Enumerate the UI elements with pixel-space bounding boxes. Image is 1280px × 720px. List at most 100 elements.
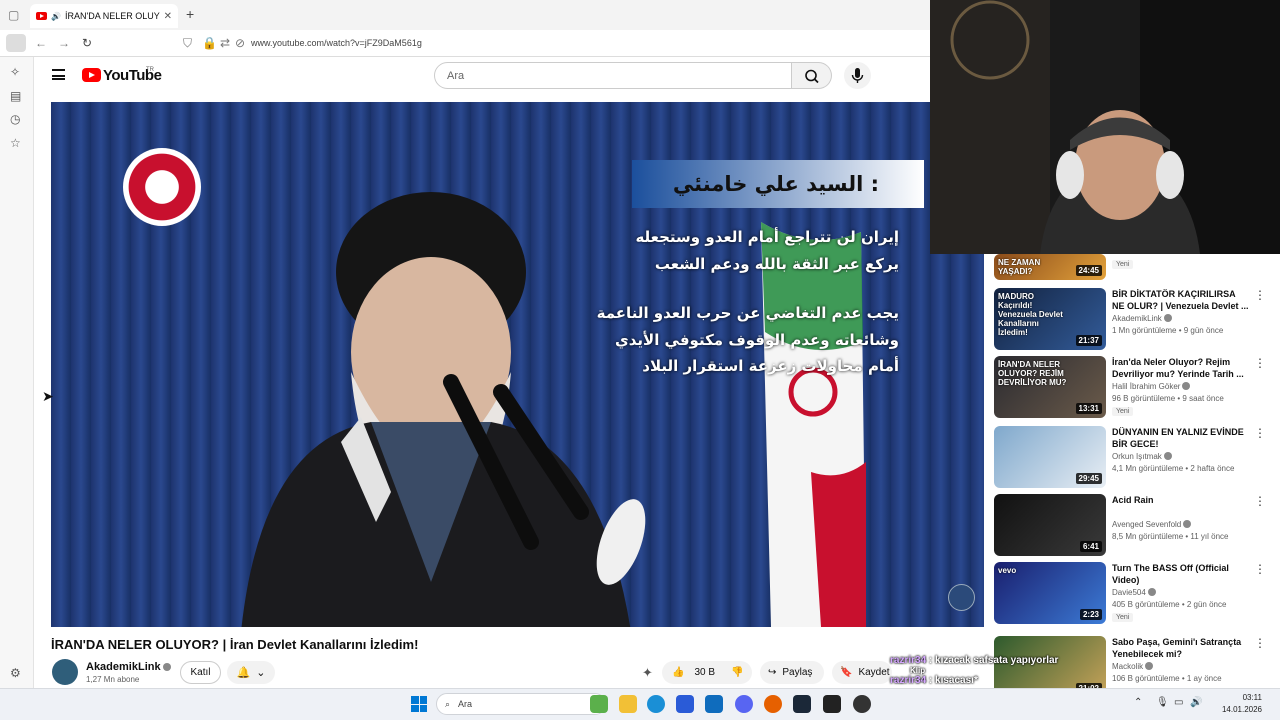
save-label: Kaydet [858,667,890,678]
search-input[interactable]: Ara [434,62,792,89]
browser-tab[interactable]: 🔊 İRAN'DA NELER OLUYOR? | İ ✕ [30,4,178,28]
file-explorer-icon[interactable] [619,695,637,713]
recommendation-channel[interactable]: Avenged Sevenfold [1112,520,1192,529]
app-icon-1[interactable] [590,695,608,713]
epic-games-icon[interactable] [823,695,841,713]
clock-time[interactable]: 03:11 [1224,693,1262,702]
save-button[interactable]: 🔖 Kaydet [832,661,892,684]
speaker-icon[interactable]: 🔊 [51,12,61,21]
video-thumbnail[interactable]: MADURO Kaçırıldı! Venezuela Devlet Kanal… [994,288,1106,350]
discord-icon[interactable] [735,695,753,713]
recommendation-item[interactable]: İRAN'DA NELER OLUYOR? REJİM DEVRİLİYOR M… [994,356,1280,418]
recommendation-item[interactable]: vevo 2:23 Turn The BASS Off (Official Vide… [994,562,1280,624]
recommendation-channel[interactable]: Davie504 [1112,588,1156,597]
chevron-up-icon[interactable]: ⌃ [1134,697,1142,708]
recommendation-item[interactable]: 6:41 Acid Rain Avenged Sevenfold 8,5 Mn gör… [994,494,1280,556]
chat-text: : kızacak safsata yapıyorlar [928,655,1059,666]
chevron-down-icon: ⌄ [256,667,266,679]
video-thumbnail[interactable]: İRAN'DA NELER OLUYOR? REJİM DEVRİLİYOR M… [994,356,1106,418]
reading-list-icon[interactable]: ▤ [10,89,21,103]
store-icon[interactable] [676,695,694,713]
more-options-icon[interactable]: ⋮ [1254,288,1266,302]
search-placeholder: Ara [447,69,465,82]
edge-browser-icon[interactable] [647,695,665,713]
recommendation-item[interactable]: 29:45 DÜNYANIN EN YALNIZ EVİNDE BİR GECE!… [994,426,1280,488]
join-button[interactable]: Katıl [180,661,221,684]
recommendation-channel[interactable]: AkademikLink [1112,314,1172,323]
history-icon[interactable]: ◷ [10,112,20,126]
sidebar-toggle-button[interactable] [6,34,26,52]
outlook-icon[interactable] [705,695,723,713]
obs-icon[interactable] [853,695,871,713]
close-tab-icon[interactable]: ✕ [164,11,172,22]
channel-branding-icon[interactable] [948,584,975,611]
video-thumbnail[interactable]: vevo 2:23 [994,562,1106,624]
recommendation-item[interactable]: NE ZAMAN YAŞADI? 24:45 Yeni [994,254,1280,280]
recommendation-item[interactable]: MADURO Kaçırıldı! Venezuela Devlet Kanal… [994,288,1280,350]
speaker-image [241,192,646,627]
channel-name-text: AkademikLink [86,661,161,673]
forward-icon[interactable]: → [58,36,70,50]
tracking-off-icon[interactable]: ⊘ [235,36,245,50]
recommendation-title[interactable]: İran'da Neler Oluyor? Rejim Devriliyor m… [1112,356,1250,380]
video-thumbnail[interactable]: 29:45 [994,426,1106,488]
start-button[interactable] [411,696,427,712]
recommendation-title[interactable]: BİR DİKTATÖR KAÇIRILIRSA NE OLUR? | Vene… [1112,288,1250,312]
more-options-icon[interactable]: ⋮ [1254,426,1266,440]
bookmarks-icon[interactable]: ☆ [10,136,21,150]
taskbar-search-input[interactable]: ⌕ Ara [436,693,606,715]
clock-date[interactable]: 14.01.2026 [1206,705,1262,714]
more-options-icon[interactable]: ⋮ [1254,356,1266,370]
recommendation-title[interactable]: DÜNYANIN EN YALNIZ EVİNDE BİR GECE! [1112,426,1250,450]
recommendation-stats: 4,1 Mn görüntüleme • 2 hafta önce [1112,464,1235,473]
more-options-icon[interactable]: ⋮ [1254,636,1266,650]
permissions-icon[interactable]: ⇄ [220,36,230,50]
ai-sparkle-icon[interactable]: ✧ [10,65,20,79]
country-code: TR [146,67,154,73]
workspaces-icon[interactable]: ▢ [8,8,19,22]
url-field[interactable]: www.youtube.com/watch?v=jFZ9DaM561g [251,38,422,48]
recommendation-title[interactable]: Turn The BASS Off (Official Video) [1112,562,1250,586]
more-options-icon[interactable]: ⋮ [1254,494,1266,508]
taskbar-search-placeholder: Ara [458,699,473,709]
mic-tray-icon[interactable]: 🎙 [1156,697,1169,708]
search-button[interactable] [792,62,832,89]
channel-name-text: Davie504 [1112,588,1146,597]
recommendation-channel[interactable]: Halil İbrahim Göker [1112,382,1191,391]
channel-name[interactable]: AkademikLink [86,661,171,673]
more-options-icon[interactable]: ⋮ [1254,562,1266,576]
video-thumbnail[interactable]: NE ZAMAN YAŞADI? 24:45 [994,254,1106,280]
shield-icon[interactable]: ⛉ [183,36,192,51]
verified-icon [1163,314,1172,322]
menu-icon[interactable] [52,69,65,80]
network-icon[interactable]: ▭ [1174,697,1183,708]
new-tab-button[interactable]: + [186,6,194,22]
video-player[interactable]: السيد علي خامنئي : إيران لن تتراجع أمام … [51,102,984,627]
bell-icon: 🔔 [236,667,251,679]
thumbs-down-icon[interactable]: 👎 [731,667,743,678]
tab-title: İRAN'DA NELER OLUYOR? | İ [64,11,160,21]
back-icon[interactable]: ← [35,36,47,50]
steam-icon[interactable] [793,695,811,713]
voice-search-button[interactable] [844,62,871,89]
firefox-icon[interactable] [764,695,782,713]
verified-icon [1182,382,1191,390]
reload-icon[interactable]: ↻ [82,36,92,50]
ask-ai-icon[interactable]: ✦ [642,665,653,681]
verified-icon [1183,520,1192,528]
share-button[interactable]: ↪ Paylaş [760,661,824,684]
recommendation-title[interactable]: Acid Rain [1112,494,1250,506]
lock-icon[interactable]: 🔒 [202,36,217,50]
recommendation-channel[interactable]: Mackolik [1112,662,1154,671]
duration-badge: 2:23 [1079,609,1102,620]
like-button[interactable]: 👍 30 B 👎 [662,661,752,684]
thumbs-up-icon: 👍 [672,667,685,678]
settings-gear-icon[interactable]: ⚙ [10,666,21,680]
youtube-logo-icon[interactable] [82,68,101,82]
notifications-button[interactable]: 🔔 ⌄ [227,661,275,684]
channel-avatar[interactable] [52,659,78,685]
volume-icon[interactable]: 🔊 [1190,697,1202,708]
video-thumbnail[interactable]: 6:41 [994,494,1106,556]
recommendation-title[interactable]: Sabo Paşa, Gemini'ı Satrançta Yenebilece… [1112,636,1250,660]
recommendation-channel[interactable]: Orkun Işıtmak [1112,452,1172,461]
